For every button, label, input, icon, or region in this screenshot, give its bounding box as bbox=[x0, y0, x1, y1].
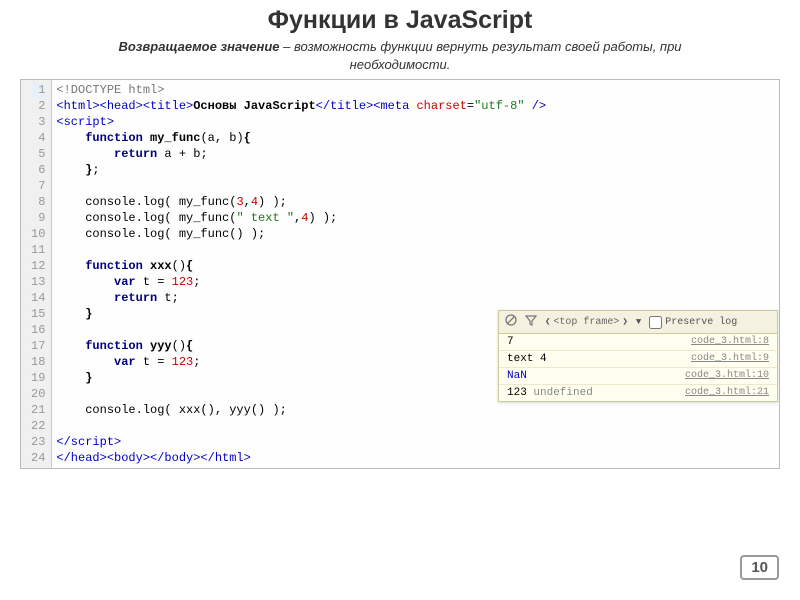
console-source-link[interactable]: code_3.html:21 bbox=[685, 387, 769, 399]
line-number: 2 bbox=[31, 98, 45, 114]
code-line: function xxx(){ bbox=[56, 258, 779, 274]
console-toolbar: ❮ <top frame> ❯ ▼ Preserve log bbox=[499, 311, 777, 334]
console-message: NaN bbox=[507, 370, 527, 382]
line-number: 18 bbox=[31, 354, 45, 370]
line-number: 19 bbox=[31, 370, 45, 386]
console-row: text 4 code_3.html:9 bbox=[499, 351, 777, 368]
line-number: 3 bbox=[31, 114, 45, 130]
console-row: 7 code_3.html:8 bbox=[499, 334, 777, 351]
line-number: 10 bbox=[31, 226, 45, 242]
console-source-link[interactable]: code_3.html:8 bbox=[691, 336, 769, 348]
line-number: 23 bbox=[31, 434, 45, 450]
code-line: console.log( my_func(" text ",4) ); bbox=[56, 210, 779, 226]
slide-title: Функции в JavaScript bbox=[0, 0, 800, 35]
console-row: NaN code_3.html:10 bbox=[499, 368, 777, 385]
console-message: 123 undefined bbox=[507, 387, 593, 399]
line-gutter: 123456789101112131415161718192021222324 bbox=[21, 80, 52, 468]
page-number-badge: 10 bbox=[740, 555, 779, 580]
console-row: 123 undefined code_3.html:21 bbox=[499, 385, 777, 401]
line-number: 5 bbox=[31, 146, 45, 162]
line-number: 16 bbox=[31, 322, 45, 338]
code-editor: 123456789101112131415161718192021222324 … bbox=[20, 79, 780, 469]
console-source-link[interactable]: code_3.html:9 bbox=[691, 353, 769, 365]
frame-selector[interactable]: ❮ <top frame> ❯ bbox=[545, 317, 628, 328]
subtitle-term: Возвращаемое значение bbox=[118, 39, 279, 54]
line-number: 4 bbox=[31, 130, 45, 146]
line-number: 13 bbox=[31, 274, 45, 290]
code-line: <script> bbox=[56, 114, 779, 130]
line-number: 24 bbox=[31, 450, 45, 466]
code-line bbox=[56, 418, 779, 434]
chevron-left-icon: ❮ bbox=[545, 317, 550, 327]
line-number: 9 bbox=[31, 210, 45, 226]
console-message: text 4 bbox=[507, 353, 547, 365]
preserve-log-toggle[interactable]: Preserve log bbox=[649, 316, 737, 329]
preserve-log-checkbox[interactable] bbox=[649, 316, 662, 329]
devtools-console: ❮ <top frame> ❯ ▼ Preserve log 7 code_3.h… bbox=[498, 310, 778, 402]
line-number: 15 bbox=[31, 306, 45, 322]
code-line: var t = 123; bbox=[56, 274, 779, 290]
line-number: 22 bbox=[31, 418, 45, 434]
console-message: 7 bbox=[507, 336, 514, 348]
frame-label: <top frame> bbox=[553, 317, 619, 328]
code-line bbox=[56, 178, 779, 194]
code-line bbox=[56, 242, 779, 258]
console-source-link[interactable]: code_3.html:10 bbox=[685, 370, 769, 382]
code-line: </head><body></body></html> bbox=[56, 450, 779, 466]
dropdown-icon[interactable]: ▼ bbox=[636, 317, 641, 327]
line-number: 6 bbox=[31, 162, 45, 178]
line-number: 12 bbox=[31, 258, 45, 274]
code-line: console.log( my_func() ); bbox=[56, 226, 779, 242]
line-number: 21 bbox=[31, 402, 45, 418]
subtitle-rest: – возможность функции вернуть результат … bbox=[280, 39, 682, 72]
line-number: 14 bbox=[31, 290, 45, 306]
code-line: console.log( xxx(), yyy() ); bbox=[56, 402, 779, 418]
preserve-log-label: Preserve log bbox=[665, 317, 737, 328]
line-number: 17 bbox=[31, 338, 45, 354]
code-line: </script> bbox=[56, 434, 779, 450]
filter-icon[interactable] bbox=[525, 314, 537, 330]
code-line: <html><head><title>Основы JavaScript</ti… bbox=[56, 98, 779, 114]
code-line: }; bbox=[56, 162, 779, 178]
code-line: return t; bbox=[56, 290, 779, 306]
code-line: <!DOCTYPE html> bbox=[56, 82, 779, 98]
code-area[interactable]: <!DOCTYPE html><html><head><title>Основы… bbox=[52, 80, 779, 468]
code-line: console.log( my_func(3,4) ); bbox=[56, 194, 779, 210]
code-line: return a + b; bbox=[56, 146, 779, 162]
line-number: 8 bbox=[31, 194, 45, 210]
console-output: 7 code_3.html:8 text 4 code_3.html:9 NaN cod… bbox=[499, 334, 777, 401]
chevron-right-icon: ❯ bbox=[622, 317, 627, 327]
line-number: 7 bbox=[31, 178, 45, 194]
slide-subtitle: Возвращаемое значение – возможность функ… bbox=[0, 35, 800, 79]
line-number: 11 bbox=[31, 242, 45, 258]
code-line: function my_func(a, b){ bbox=[56, 130, 779, 146]
line-number: 1 bbox=[31, 82, 45, 98]
clear-icon[interactable] bbox=[505, 314, 517, 330]
line-number: 20 bbox=[31, 386, 45, 402]
